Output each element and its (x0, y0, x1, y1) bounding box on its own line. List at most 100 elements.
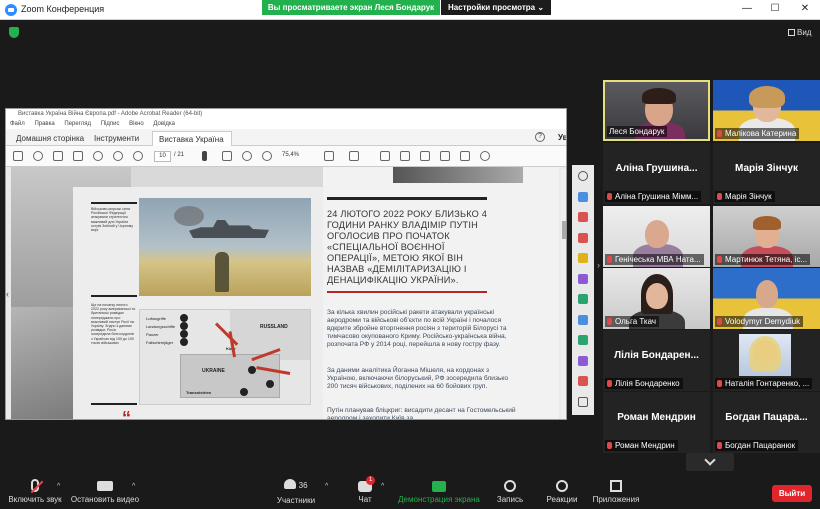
participant-tile[interactable]: Аліна Грушина... Аліна Грушина Мімм... (603, 143, 710, 204)
menu-item[interactable]: Файл (10, 121, 25, 127)
organize-pages-icon[interactable] (578, 294, 588, 304)
highlight-pen-icon[interactable] (400, 151, 410, 161)
record-button[interactable]: Запись (492, 474, 528, 509)
participant-tile[interactable]: Богдан Пацара... Богдан Пацаранюк (713, 392, 820, 453)
menu-item[interactable]: Правка (34, 121, 54, 127)
maximize-button[interactable]: ☐ (767, 2, 783, 16)
participant-tile[interactable]: Мартинюк Тетяна, іс... (713, 206, 820, 267)
scroll-mode-icon[interactable] (349, 151, 359, 161)
tab-home[interactable]: Домашня сторінка (10, 131, 90, 146)
chat-icon: 1 (358, 476, 375, 492)
send-icon[interactable] (578, 376, 588, 386)
view-button[interactable]: Вид (788, 28, 811, 37)
participant-tile[interactable]: Ольга Ткач (603, 268, 710, 329)
search-icon[interactable] (93, 151, 103, 161)
camera-icon (97, 481, 113, 491)
pdf-page[interactable]: Військово-морські сили Російської Федера… (11, 167, 559, 419)
edit-pdf-icon[interactable] (578, 233, 588, 243)
avatar-face (645, 220, 669, 248)
print-icon[interactable] (53, 151, 63, 161)
sign-in-button[interactable]: Увійти (558, 133, 566, 142)
help-icon[interactable]: ? (535, 132, 545, 142)
stamp-icon[interactable] (440, 151, 450, 161)
video-options-caret[interactable]: ^ (132, 483, 135, 490)
tab-document[interactable]: Виставка Україна ... ✕ (152, 131, 232, 159)
export-pdf-icon[interactable] (578, 192, 588, 202)
menu-item[interactable]: Перегляд (64, 121, 91, 127)
hand-tool-icon[interactable] (222, 151, 232, 161)
cursor-select-icon[interactable] (202, 151, 207, 161)
scrollbar[interactable] (561, 169, 566, 419)
chat-options-caret[interactable]: ^ (381, 483, 384, 490)
trash-icon[interactable] (460, 151, 470, 161)
video-button[interactable]: Остановить видео (70, 474, 140, 509)
comment-icon[interactable] (380, 151, 390, 161)
red-rule (327, 291, 487, 293)
participant-big-name: Богдан Пацара... (725, 412, 808, 423)
bookmark-star-icon[interactable] (33, 151, 43, 161)
scrollbar-thumb[interactable] (562, 221, 566, 239)
apps-label: Приложения (592, 495, 640, 504)
participant-tile[interactable]: Роман Мендрин Роман Мендрин (603, 392, 710, 453)
avatar-hair (749, 86, 785, 108)
save-icon[interactable] (13, 151, 23, 161)
unmute-button[interactable]: Включить звук (4, 474, 66, 509)
fit-page-icon[interactable] (324, 151, 334, 161)
participant-tile[interactable]: Volodymyr Demydiuk (713, 268, 820, 329)
shared-screen[interactable]: Виставка Україна Війна Європа.pdf - Adob… (5, 108, 567, 420)
page-up-icon[interactable] (113, 151, 123, 161)
expand-left-icon[interactable]: ‹ (6, 289, 9, 299)
map-legend-item: Luftangriffe (146, 316, 166, 321)
audio-options-caret[interactable]: ^ (57, 483, 60, 490)
participant-tile[interactable]: Малікова Катерина (713, 80, 820, 141)
participant-name: Лілія Бондаренко (605, 378, 683, 389)
encryption-shield-icon[interactable] (9, 27, 19, 38)
expand-right-icon[interactable]: › (597, 260, 600, 270)
fill-sign-icon[interactable] (420, 151, 430, 161)
gallery-next-page-button[interactable] (686, 453, 734, 471)
combine-files-icon[interactable] (578, 274, 588, 284)
create-pdf-icon[interactable] (578, 212, 588, 222)
zoom-out-icon[interactable] (242, 151, 252, 161)
view-options-button[interactable]: Настройки просмотра ⌄ (441, 0, 551, 15)
participant-tile[interactable]: Марія Зінчук Марія Зінчук (713, 143, 820, 204)
participant-tile[interactable]: Генічеська МВА Ната... (603, 206, 710, 267)
participant-tile[interactable]: Лілія Бондарен... Лілія Бондаренко (603, 330, 710, 391)
apps-button[interactable]: Приложения (590, 474, 642, 509)
side-note-2: Ще на початку лютого 2022 року американс… (91, 303, 136, 345)
avatar-hair (753, 216, 781, 230)
participants-options-caret[interactable]: ^ (325, 483, 328, 490)
view-button-label: Вид (797, 28, 812, 37)
scan-icon[interactable] (578, 315, 588, 325)
zoom-in-icon[interactable] (262, 151, 272, 161)
page-down-icon[interactable] (133, 151, 143, 161)
close-button[interactable]: ✕ (797, 2, 813, 16)
zoom-level-select[interactable]: 75,4% (282, 152, 299, 158)
menu-item[interactable]: Вікно (129, 121, 144, 127)
menu-item[interactable]: Підпис (101, 121, 120, 127)
fill-sign-icon[interactable] (578, 356, 588, 366)
map-legend-item: Panzer (146, 332, 159, 337)
protect-icon[interactable] (578, 335, 588, 345)
comment-icon[interactable] (578, 253, 588, 263)
soldier-shape (215, 252, 229, 292)
search-icon[interactable] (578, 171, 588, 181)
more-tools-icon[interactable] (578, 397, 588, 407)
participant-tile[interactable]: Наталія Гонтаренко, ... (713, 330, 820, 391)
tab-tools[interactable]: Інструменти (88, 131, 145, 146)
share-screen-button[interactable]: Демонстрация экрана (396, 474, 482, 509)
acrobat-right-toolpane (572, 165, 594, 415)
page-number-input[interactable]: 10 (154, 151, 171, 162)
email-icon[interactable] (73, 151, 83, 161)
leave-button[interactable]: Выйти (772, 485, 812, 502)
reactions-button[interactable]: Реакции (542, 474, 582, 509)
rotate-icon[interactable] (480, 151, 490, 161)
map-marker (248, 366, 256, 374)
participants-button[interactable]: 36 Участники (272, 474, 320, 509)
minimize-button[interactable]: — (739, 2, 755, 16)
chat-button[interactable]: 1 Чат (348, 474, 382, 509)
view-options-label: Настройки просмотра (447, 3, 536, 12)
participant-tile[interactable]: Леся Бондарук (603, 80, 710, 141)
participant-name: Малікова Катерина (715, 128, 800, 139)
menu-item[interactable]: Довідка (153, 121, 175, 127)
